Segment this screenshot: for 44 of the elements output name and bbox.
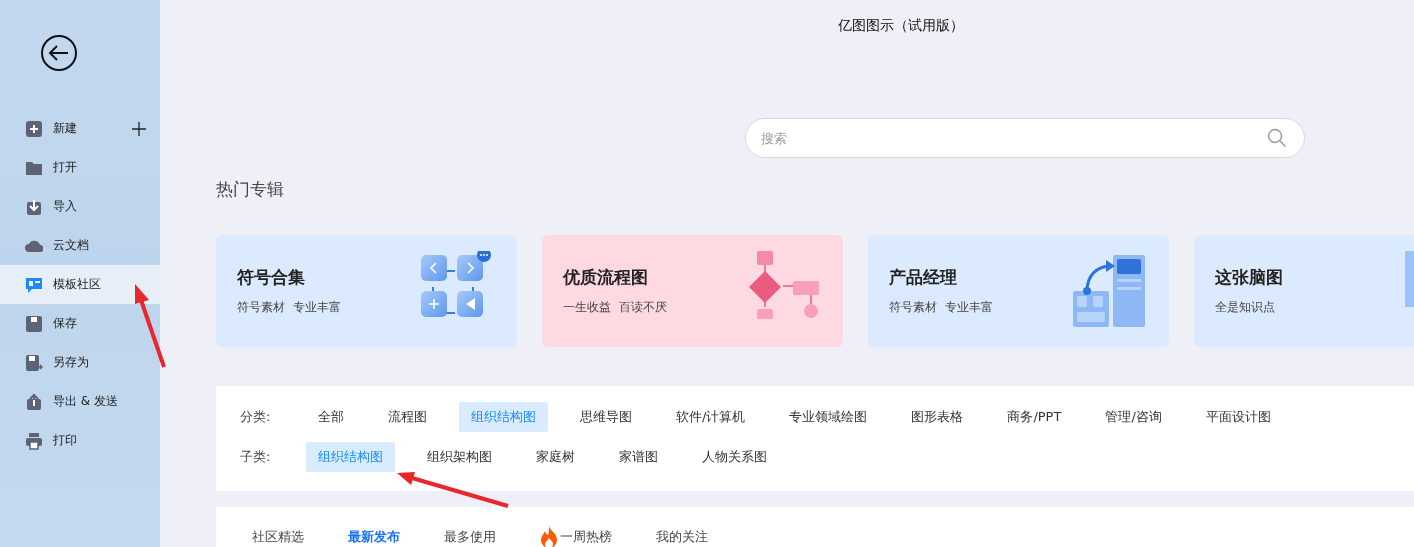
filter-option[interactable]: 家庭树 xyxy=(524,442,587,472)
sidebar-item[interactable]: 导入 xyxy=(0,187,160,226)
filter-option[interactable]: 平面设计图 xyxy=(1193,402,1283,432)
filter-option[interactable]: 全部 xyxy=(306,402,356,432)
feed-tab[interactable]: 最多使用 xyxy=(444,528,496,546)
filter-label: 子类: xyxy=(240,448,272,466)
filter-option[interactable]: 图形表格 xyxy=(899,402,976,432)
window-title: 亿图图示（试用版） xyxy=(837,17,965,35)
filter-option[interactable]: 商务/PPT xyxy=(995,402,1074,432)
sidebar-item[interactable]: 打印 xyxy=(0,421,160,460)
sidebar-item[interactable]: 新建 xyxy=(0,109,160,148)
filter-label: 分类: xyxy=(240,408,272,426)
filter-option[interactable]: 专业领域绘图 xyxy=(777,402,880,432)
sidebar-item[interactable]: 另存为 xyxy=(0,343,160,382)
feed-tab[interactable]: 最新发布 xyxy=(348,528,400,546)
section-heading: 热门专辑 xyxy=(216,178,285,201)
sidebar-item[interactable]: 打开 xyxy=(0,148,160,187)
card-subtitle: 符号素材 专业丰富 xyxy=(237,299,342,316)
album-card[interactable]: 优质流程图 一生收益 百读不厌 xyxy=(542,235,843,347)
filter-option[interactable]: 家谱图 xyxy=(607,442,670,472)
card-title: 产品经理 xyxy=(889,266,958,289)
sidebar-item[interactable]: 云文档 xyxy=(0,226,160,265)
filter-option[interactable]: 思维导图 xyxy=(568,402,644,432)
album-card[interactable]: 这张脑图 全是知识点 xyxy=(1194,235,1414,347)
feed-tab[interactable]: 社区精选 xyxy=(252,528,304,546)
filter-option[interactable]: 组织架构图 xyxy=(415,442,504,472)
filter-option[interactable]: 人物关系图 xyxy=(690,442,779,472)
sidebar-item[interactable]: 导出 & 发送 xyxy=(0,382,160,421)
filter-option[interactable]: 软件/计算机 xyxy=(664,402,758,432)
feed-tab[interactable]: 我的关注 xyxy=(656,528,708,546)
album-card[interactable]: 符号合集 符号素材 专业丰富 xyxy=(216,235,517,347)
sidebar-item[interactable]: 保存 xyxy=(0,304,160,343)
card-title: 这张脑图 xyxy=(1215,266,1284,289)
filter-option[interactable]: 流程图 xyxy=(376,402,439,432)
card-title: 符号合集 xyxy=(237,266,306,289)
search-field[interactable]: 搜索 xyxy=(745,118,1305,158)
feed-tab[interactable]: 一周热榜 xyxy=(540,526,612,547)
filter-option[interactable]: 管理/咨询 xyxy=(1093,402,1174,432)
card-subtitle: 一生收益 百读不厌 xyxy=(563,299,668,316)
card-subtitle: 符号素材 专业丰富 xyxy=(889,299,994,316)
card-subtitle: 全是知识点 xyxy=(1215,299,1276,316)
card-title: 优质流程图 xyxy=(563,266,649,289)
sidebar-item[interactable]: 模板社区 xyxy=(0,265,160,304)
album-card[interactable]: 产品经理 符号素材 专业丰富 xyxy=(868,235,1169,347)
